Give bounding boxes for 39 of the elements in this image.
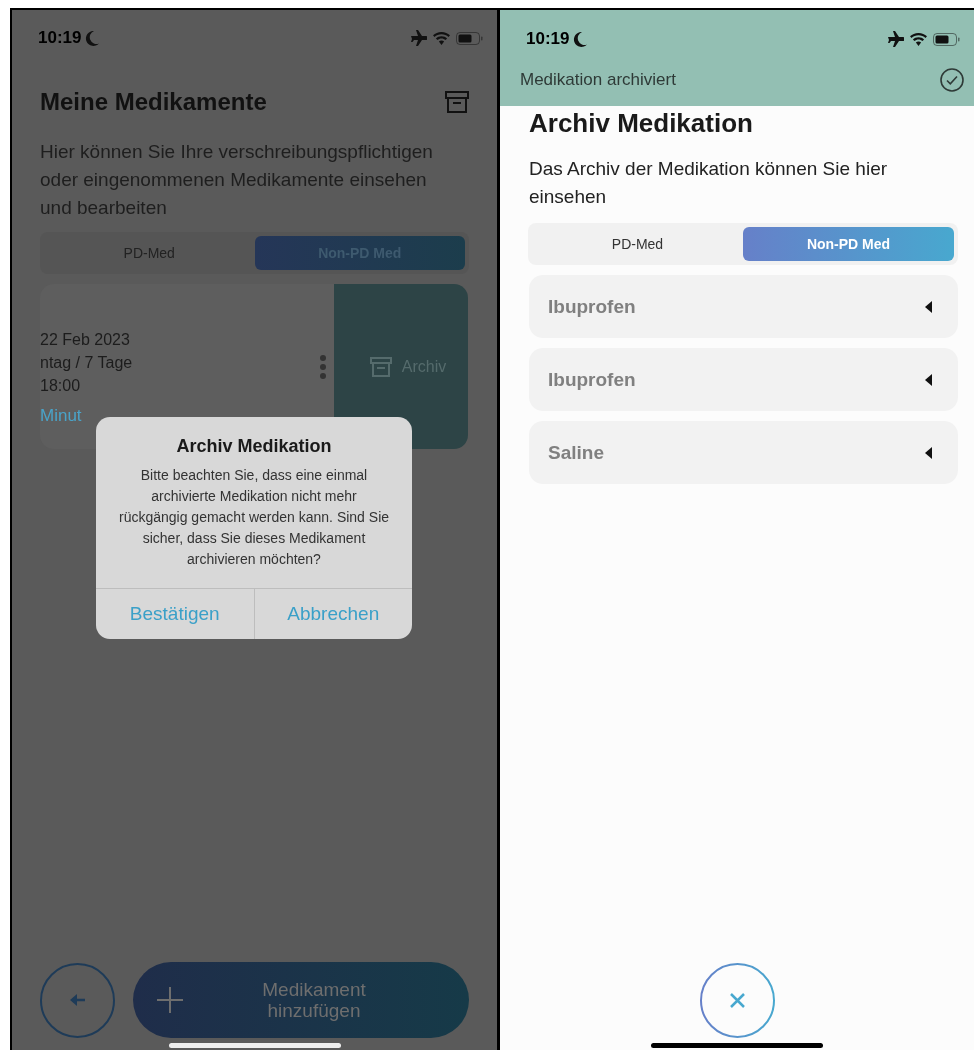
archive-icon <box>369 356 392 377</box>
description: Hier können Sie Ihre verschreibungspflichtigen oder eingenommenen Medikamente einsehen und bearbeiten <box>40 140 434 220</box>
add-medication-button[interactable]: Medikament hinzufügen <box>133 962 469 1038</box>
page-title: Meine Medikamente <box>40 88 267 116</box>
medication-item[interactable]: Ibuprofen <box>529 275 958 338</box>
notification-text: Medikation archiviert <box>520 70 676 90</box>
more-icon[interactable] <box>320 354 326 379</box>
wifi-icon <box>433 31 450 45</box>
description: Das Archiv der Medikation können Sie hier einsehen <box>529 157 889 209</box>
moon-icon <box>85 30 100 46</box>
airplane-icon <box>886 31 904 47</box>
archive-icon[interactable] <box>445 91 469 113</box>
segment-tab[interactable]: PD-Med <box>532 227 743 261</box>
status-time: 10:19 <box>38 28 82 48</box>
card-text: 18:00 <box>40 376 82 396</box>
status-time: 10:19 <box>526 29 570 49</box>
airplane-icon <box>409 30 427 46</box>
dialog-button[interactable]: Abbrechen <box>253 589 412 639</box>
wifi-icon <box>910 32 927 46</box>
caret-icon <box>925 300 932 313</box>
card-text: ntag / 7 Tage <box>40 353 133 373</box>
medication-item[interactable]: Saline <box>529 421 958 484</box>
moon-icon <box>573 31 588 47</box>
dialog-button[interactable]: Bestätigen <box>96 589 254 639</box>
plus-icon <box>157 987 183 1013</box>
battery-icon <box>456 31 483 45</box>
back-button[interactable] <box>40 962 115 1038</box>
page-title: Archiv Medikation <box>529 108 754 139</box>
reminder-text: Minut <box>40 406 83 426</box>
battery-icon <box>933 32 960 46</box>
medication-item[interactable]: Ibuprofen <box>529 348 958 411</box>
segment-tab[interactable]: Non-PD Med <box>743 227 954 261</box>
dialog-message: Bitte beachten Sie, dass eine einmal archivierte Medikation nicht mehr rückgängig gemacht werden kann. Sind Sie sicher, dass Sie dieses Medikament archivieren möchten? <box>117 466 391 569</box>
close-button[interactable] <box>699 963 775 1038</box>
card-text: 22 Feb 2023 <box>40 330 131 350</box>
caret-icon <box>925 373 932 386</box>
back-arrow-icon <box>69 993 86 1007</box>
check-circle-icon <box>940 68 964 92</box>
caret-icon <box>925 446 932 459</box>
